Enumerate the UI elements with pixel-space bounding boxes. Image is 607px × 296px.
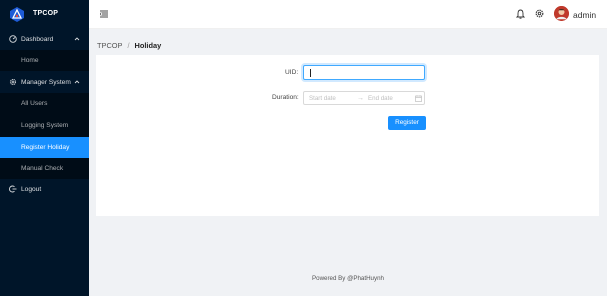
end-date-input[interactable]: End date	[368, 95, 393, 102]
submenu-manager-system: All Users Logging System Register Holida…	[0, 93, 89, 179]
register-button[interactable]: Register	[388, 116, 426, 130]
logout-icon	[9, 185, 17, 193]
text-cursor	[310, 69, 311, 77]
bell-icon[interactable]	[516, 9, 525, 19]
logo-area: TPCOP	[0, 0, 89, 29]
user-name[interactable]: admin	[573, 10, 596, 20]
start-date-input[interactable]: Start date	[309, 95, 336, 102]
dashboard-icon	[9, 35, 17, 43]
sidebar-item-label: All Users	[21, 100, 48, 107]
menu-group-manager-system[interactable]: Manager System	[0, 72, 89, 93]
logout-label: Logout	[21, 186, 42, 193]
menu-group-label: Dashboard	[21, 36, 54, 43]
logo-text: TPCOP	[33, 10, 59, 17]
sidebar: TPCOP Dashboard Home Manager System All …	[0, 0, 89, 296]
sidebar-item-logout[interactable]: Logout	[0, 179, 89, 200]
breadcrumb-root[interactable]: TPCOP	[97, 41, 122, 50]
menu-icon[interactable]	[100, 10, 108, 18]
submenu-dashboard: Home	[0, 50, 89, 71]
breadcrumb-current: Holiday	[134, 41, 162, 50]
uid-input[interactable]	[303, 65, 425, 80]
avatar-image	[554, 6, 569, 21]
gear-icon[interactable]	[535, 9, 544, 18]
chevron-up-icon	[74, 37, 80, 41]
sidebar-item-logging-system[interactable]: Logging System	[0, 115, 89, 136]
sidebar-item-label: Logging System	[21, 122, 69, 129]
breadcrumb: TPCOP / Holiday	[97, 41, 161, 50]
sidebar-item-label: Manual Check	[21, 165, 64, 172]
gear-icon	[9, 78, 17, 86]
avatar[interactable]	[554, 6, 569, 21]
date-range-picker[interactable]: Start date → End date	[303, 91, 425, 105]
sidebar-item-all-users[interactable]: All Users	[0, 93, 89, 114]
sidebar-item-home[interactable]: Home	[0, 50, 89, 71]
sidebar-item-manual-check[interactable]: Manual Check	[0, 158, 89, 179]
menu-group-label: Manager System	[21, 79, 71, 86]
sidebar-item-register-holiday[interactable]: Register Holiday	[0, 137, 89, 158]
uid-label: UID:	[285, 69, 299, 76]
duration-label: Duration:	[272, 94, 299, 101]
menu-group-dashboard[interactable]: Dashboard	[0, 29, 89, 50]
sidebar-item-label: Register Holiday	[21, 144, 70, 151]
top-header: admin	[89, 0, 607, 29]
calendar-icon	[415, 95, 422, 102]
chevron-up-icon	[74, 80, 80, 84]
breadcrumb-separator: /	[127, 41, 130, 50]
footer-text: Powered By @PhatHuynh	[312, 275, 384, 282]
arrow-right-icon: →	[357, 95, 364, 102]
logo-icon	[10, 7, 24, 22]
sidebar-item-label: Home	[21, 57, 39, 64]
